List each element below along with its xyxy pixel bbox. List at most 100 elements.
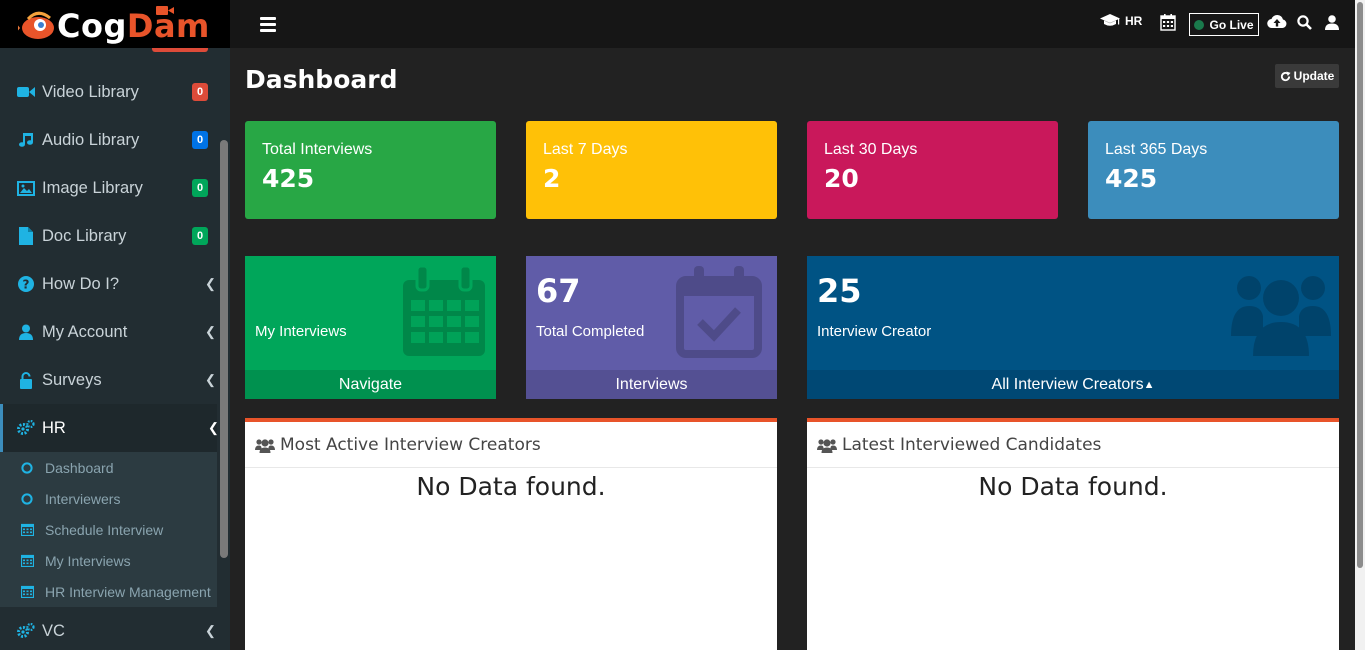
calendar-icon[interactable] bbox=[1160, 14, 1176, 36]
stat-value: 425 bbox=[1105, 164, 1158, 193]
update-button[interactable]: Update bbox=[1275, 64, 1339, 88]
box-label: Total Completed bbox=[536, 323, 645, 340]
circle-icon bbox=[20, 492, 34, 506]
image-icon bbox=[17, 179, 35, 197]
box-number: 25 bbox=[817, 272, 862, 310]
box-footer-link[interactable]: All Interview Creators▲︎ bbox=[807, 370, 1339, 399]
cogs-icon bbox=[17, 622, 35, 640]
sidebar-scrollbar-thumb[interactable] bbox=[220, 140, 228, 558]
submenu-item-label: Dashboard bbox=[45, 459, 114, 476]
search-icon[interactable] bbox=[1297, 15, 1312, 35]
submenu-item-dashboard[interactable]: Dashboard bbox=[0, 452, 217, 483]
sidebar-item-label: Audio Library bbox=[42, 130, 140, 149]
stat-card-total-interviews[interactable]: Total Interviews 425 bbox=[245, 121, 496, 219]
submenu-item-my-interviews[interactable]: My Interviews bbox=[0, 545, 217, 576]
count-badge: 0 bbox=[192, 83, 208, 101]
sidebar-item-label: How Do I? bbox=[42, 274, 120, 293]
live-status-dot bbox=[1194, 19, 1205, 30]
sidebar-item-audio-library[interactable]: Audio Library 0 bbox=[0, 116, 217, 164]
brand-name-part2: Dam bbox=[126, 7, 210, 45]
stat-value: 20 bbox=[824, 164, 859, 193]
page-scrollbar[interactable] bbox=[1355, 0, 1365, 650]
stat-card-last-30-days[interactable]: Last 30 Days 20 bbox=[807, 121, 1058, 219]
page-scrollbar-thumb[interactable] bbox=[1357, 2, 1363, 568]
stat-value: 425 bbox=[262, 164, 315, 193]
users-icon bbox=[1231, 276, 1331, 356]
svg-text:?: ? bbox=[23, 278, 30, 292]
calendar-icon bbox=[20, 523, 34, 537]
box-my-interviews: My Interviews Navigate bbox=[245, 256, 496, 399]
panel-most-active-creators: Most Active Interview Creators No Data f… bbox=[245, 418, 777, 650]
submenu-item-schedule-interview[interactable]: Schedule Interview bbox=[0, 514, 217, 545]
update-label: Update bbox=[1293, 69, 1335, 83]
box-number: 67 bbox=[536, 272, 581, 310]
submenu-item-label: Schedule Interview bbox=[45, 521, 164, 538]
sidebar-item-video-library[interactable]: Video Library 0 bbox=[0, 68, 217, 116]
panel-latest-candidates: Latest Interviewed Candidates No Data fo… bbox=[807, 418, 1339, 650]
sidebar: Live Stream Premium Video Library 0 Audi… bbox=[0, 0, 230, 650]
calendar-check-icon bbox=[676, 266, 762, 358]
sidebar-item-label: VC bbox=[42, 621, 65, 640]
sidebar-item-label: My Account bbox=[42, 322, 128, 341]
sidebar-item-how-do-i[interactable]: ? How Do I? ❮ bbox=[0, 260, 217, 308]
brand-name: CogDam bbox=[57, 6, 210, 46]
box-footer-label: All Interview Creators bbox=[991, 376, 1144, 393]
go-live-label: Go Live bbox=[1209, 17, 1254, 32]
stat-value: 2 bbox=[543, 164, 561, 193]
chevron-left-icon: ❮ bbox=[205, 276, 216, 291]
box-total-completed: 67 Total Completed Interviews bbox=[526, 256, 777, 399]
chevron-left-icon: ❮ bbox=[205, 372, 216, 387]
stat-label: Last 365 Days bbox=[1105, 141, 1208, 158]
empty-state-text: No Data found. bbox=[978, 472, 1168, 501]
sidebar-item-doc-library[interactable]: Doc Library 0 bbox=[0, 212, 217, 260]
sidebar-item-label: Doc Library bbox=[42, 226, 127, 245]
sidebar-item-image-library[interactable]: Image Library 0 bbox=[0, 164, 217, 212]
submenu-item-label: Interviewers bbox=[45, 490, 121, 507]
question-icon: ? bbox=[17, 275, 35, 293]
stat-label: Total Interviews bbox=[262, 141, 373, 158]
sidebar-scrollbar[interactable] bbox=[218, 140, 230, 560]
user-icon[interactable] bbox=[1325, 15, 1339, 35]
sort-icon: ▲︎ bbox=[1143, 379, 1155, 391]
hr-menu[interactable]: HR bbox=[1100, 14, 1142, 28]
file-icon bbox=[17, 227, 35, 245]
stat-label: Last 7 Days bbox=[543, 141, 628, 158]
graduation-cap-icon bbox=[1100, 14, 1120, 26]
box-label: My Interviews bbox=[255, 323, 347, 340]
main-content: Dashboard Update Total Interviews 425 La… bbox=[230, 48, 1355, 650]
user-icon bbox=[17, 323, 35, 341]
video-icon bbox=[17, 83, 35, 101]
top-navbar: HR Go Live bbox=[230, 0, 1365, 48]
circle-icon bbox=[20, 461, 34, 475]
sidebar-item-hr[interactable]: HR ❮ bbox=[0, 404, 219, 452]
sidebar-menu: Video Library 0 Audio Library 0 Image Li… bbox=[0, 68, 219, 650]
box-footer-link[interactable]: Interviews bbox=[526, 370, 777, 399]
sidebar-item-vc[interactable]: VC ❮ bbox=[0, 607, 217, 650]
sidebar-item-surveys[interactable]: Surveys ❮ bbox=[0, 356, 217, 404]
chevron-left-icon: ❮ bbox=[205, 324, 216, 339]
users-icon bbox=[255, 438, 275, 453]
stat-card-last-7-days[interactable]: Last 7 Days 2 bbox=[526, 121, 777, 219]
submenu-item-interviewers[interactable]: Interviewers bbox=[0, 483, 217, 514]
menu-toggle-icon[interactable] bbox=[260, 17, 276, 32]
stat-card-last-365-days[interactable]: Last 365 Days 425 bbox=[1088, 121, 1339, 219]
hr-label: HR bbox=[1125, 14, 1143, 28]
music-icon bbox=[17, 131, 35, 149]
sidebar-item-label: Video Library bbox=[42, 82, 139, 101]
stat-label: Last 30 Days bbox=[824, 141, 918, 158]
lock-icon bbox=[17, 371, 35, 389]
chevron-left-icon: ❮ bbox=[205, 623, 216, 638]
hr-submenu: Dashboard Interviewers Schedule Intervie… bbox=[0, 452, 217, 607]
brand-name-part1: Cog bbox=[57, 7, 127, 45]
sidebar-item-my-account[interactable]: My Account ❮ bbox=[0, 308, 217, 356]
page-title: Dashboard bbox=[245, 65, 398, 94]
panel-header: Most Active Interview Creators bbox=[245, 422, 777, 468]
go-live-button[interactable]: Go Live bbox=[1189, 13, 1259, 36]
submenu-item-label: My Interviews bbox=[45, 552, 131, 569]
box-label: Interview Creator bbox=[817, 323, 932, 340]
box-footer-link[interactable]: Navigate bbox=[245, 370, 496, 399]
submenu-item-hr-interview-management[interactable]: HR Interview Management bbox=[0, 576, 217, 607]
brand-logo[interactable]: CogDam bbox=[0, 0, 230, 48]
cogs-icon bbox=[17, 419, 35, 437]
cloud-upload-icon[interactable] bbox=[1267, 14, 1287, 34]
